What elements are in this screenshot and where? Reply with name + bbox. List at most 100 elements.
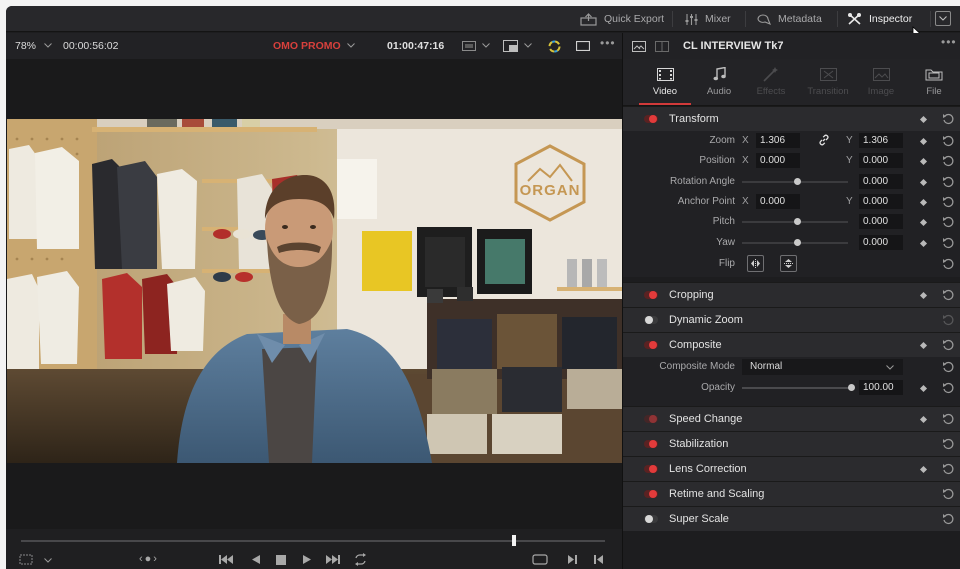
panel-menu-button[interactable]: [935, 11, 951, 26]
reset-icon[interactable]: [942, 196, 954, 208]
reset-icon[interactable]: [942, 135, 954, 147]
inspector-more-icon[interactable]: •••: [941, 35, 957, 49]
composite-toggle[interactable]: [644, 341, 658, 349]
anchor-x-field[interactable]: 0.000: [756, 194, 800, 209]
timeline-chevron-down-icon[interactable]: [347, 43, 355, 48]
resolution-chevron-icon[interactable]: [524, 43, 532, 48]
zoom-y-field[interactable]: 1.306: [859, 133, 903, 148]
reset-icon[interactable]: [942, 361, 954, 373]
opacity-slider-knob[interactable]: [848, 384, 855, 391]
section-retime-scaling[interactable]: Retime and Scaling: [623, 481, 960, 506]
keyframe-icon[interactable]: [919, 384, 928, 393]
tab-audio[interactable]: Audio: [694, 65, 744, 97]
play-icon[interactable]: [302, 554, 312, 565]
reset-icon[interactable]: [942, 438, 954, 450]
reset-icon[interactable]: [942, 382, 954, 394]
keyframe-icon[interactable]: [919, 198, 928, 207]
reset-icon[interactable]: [942, 289, 954, 301]
video-viewer[interactable]: ORGAN: [6, 59, 622, 529]
tab-image[interactable]: Image: [856, 65, 906, 97]
section-dynamic-zoom[interactable]: Dynamic Zoom: [623, 307, 960, 332]
keyframe-icon[interactable]: [919, 178, 928, 187]
metadata-button[interactable]: Metadata: [756, 6, 822, 32]
keyframe-icon[interactable]: [919, 291, 928, 300]
reset-icon[interactable]: [942, 176, 954, 188]
timeline-name[interactable]: OMO PROMO: [273, 40, 341, 52]
dynamic-zoom-toggle[interactable]: [644, 316, 658, 324]
go-to-start-icon[interactable]: [219, 554, 233, 565]
tab-file[interactable]: File: [909, 65, 959, 97]
output-resolution-icon[interactable]: [503, 40, 518, 52]
transform-toggle[interactable]: [644, 115, 658, 123]
keyframe-icon[interactable]: [919, 465, 928, 474]
section-cropping[interactable]: Cropping: [623, 282, 960, 307]
reset-icon[interactable]: [942, 463, 954, 475]
viewer-size-icon[interactable]: [19, 554, 33, 565]
pitch-slider-knob[interactable]: [794, 218, 801, 225]
anchor-y-field[interactable]: 0.000: [859, 194, 903, 209]
tab-video[interactable]: Video: [640, 65, 690, 97]
jog-control-icon[interactable]: ‹●›: [139, 553, 159, 565]
zoom-chevron-down-icon[interactable]: [44, 43, 52, 48]
safe-area-icon[interactable]: [576, 41, 590, 51]
playhead[interactable]: [512, 535, 517, 546]
zoom-x-field[interactable]: 1.306: [756, 133, 800, 148]
mark-in-icon[interactable]: [567, 554, 578, 565]
go-to-end-icon[interactable]: [326, 554, 340, 565]
quick-export-button[interactable]: Quick Export: [580, 6, 664, 32]
mixer-button[interactable]: Mixer: [685, 6, 731, 32]
reset-icon[interactable]: [942, 216, 954, 228]
flip-horizontal-button[interactable]: [747, 255, 764, 272]
rotation-slider-knob[interactable]: [794, 178, 801, 185]
retime-scaling-toggle[interactable]: [644, 490, 658, 498]
section-speed-change[interactable]: Speed Change: [623, 406, 960, 431]
keyframe-icon[interactable]: [919, 115, 928, 124]
reset-icon[interactable]: [942, 488, 954, 500]
scrub-track[interactable]: [21, 540, 605, 542]
section-lens-correction[interactable]: Lens Correction: [623, 456, 960, 481]
yaw-field[interactable]: 0.000: [859, 235, 903, 250]
section-composite[interactable]: Composite: [623, 332, 960, 357]
keyframe-icon[interactable]: [919, 341, 928, 350]
keyframe-icon[interactable]: [919, 218, 928, 227]
super-scale-toggle[interactable]: [644, 515, 658, 523]
viewer-mode-icon[interactable]: [462, 41, 476, 51]
reset-icon[interactable]: [942, 339, 954, 351]
rotation-field[interactable]: 0.000: [859, 174, 903, 189]
section-super-scale[interactable]: Super Scale: [623, 506, 960, 531]
reset-icon[interactable]: [942, 413, 954, 425]
reset-icon[interactable]: [942, 513, 954, 525]
link-icon[interactable]: [818, 134, 830, 146]
keyframe-icon[interactable]: [919, 157, 928, 166]
pitch-field[interactable]: 0.000: [859, 214, 903, 229]
mark-out-icon[interactable]: [593, 554, 604, 565]
keyframe-icon[interactable]: [919, 415, 928, 424]
opacity-slider[interactable]: [742, 387, 852, 389]
viewer-more-icon[interactable]: •••: [600, 36, 616, 50]
section-stabilization[interactable]: Stabilization: [623, 431, 960, 456]
keyframe-icon[interactable]: [919, 239, 928, 248]
opacity-field[interactable]: 100.00: [859, 380, 903, 395]
keyframe-icon[interactable]: [919, 137, 928, 146]
match-frame-icon[interactable]: [532, 554, 548, 565]
flip-vertical-button[interactable]: [780, 255, 797, 272]
speed-change-toggle[interactable]: [644, 415, 658, 423]
tab-effects[interactable]: Effects: [746, 65, 796, 97]
reset-icon[interactable]: [942, 237, 954, 249]
section-transform[interactable]: Transform: [623, 106, 960, 131]
reset-icon[interactable]: [942, 258, 954, 270]
viewer-size-chevron-icon[interactable]: [44, 558, 52, 563]
reset-icon[interactable]: [942, 314, 954, 326]
stabilization-toggle[interactable]: [644, 440, 658, 448]
stop-icon[interactable]: [276, 555, 286, 565]
position-y-field[interactable]: 0.000: [859, 153, 903, 168]
reset-icon[interactable]: [942, 113, 954, 125]
loop-icon[interactable]: [353, 553, 368, 566]
color-wheel-icon[interactable]: [548, 40, 561, 53]
zoom-level[interactable]: 78%: [15, 40, 36, 52]
split-view-icon[interactable]: [655, 41, 669, 52]
cropping-toggle[interactable]: [644, 291, 658, 299]
composite-mode-select[interactable]: Normal: [742, 359, 903, 375]
play-reverse-icon[interactable]: [251, 554, 261, 565]
position-x-field[interactable]: 0.000: [756, 153, 800, 168]
